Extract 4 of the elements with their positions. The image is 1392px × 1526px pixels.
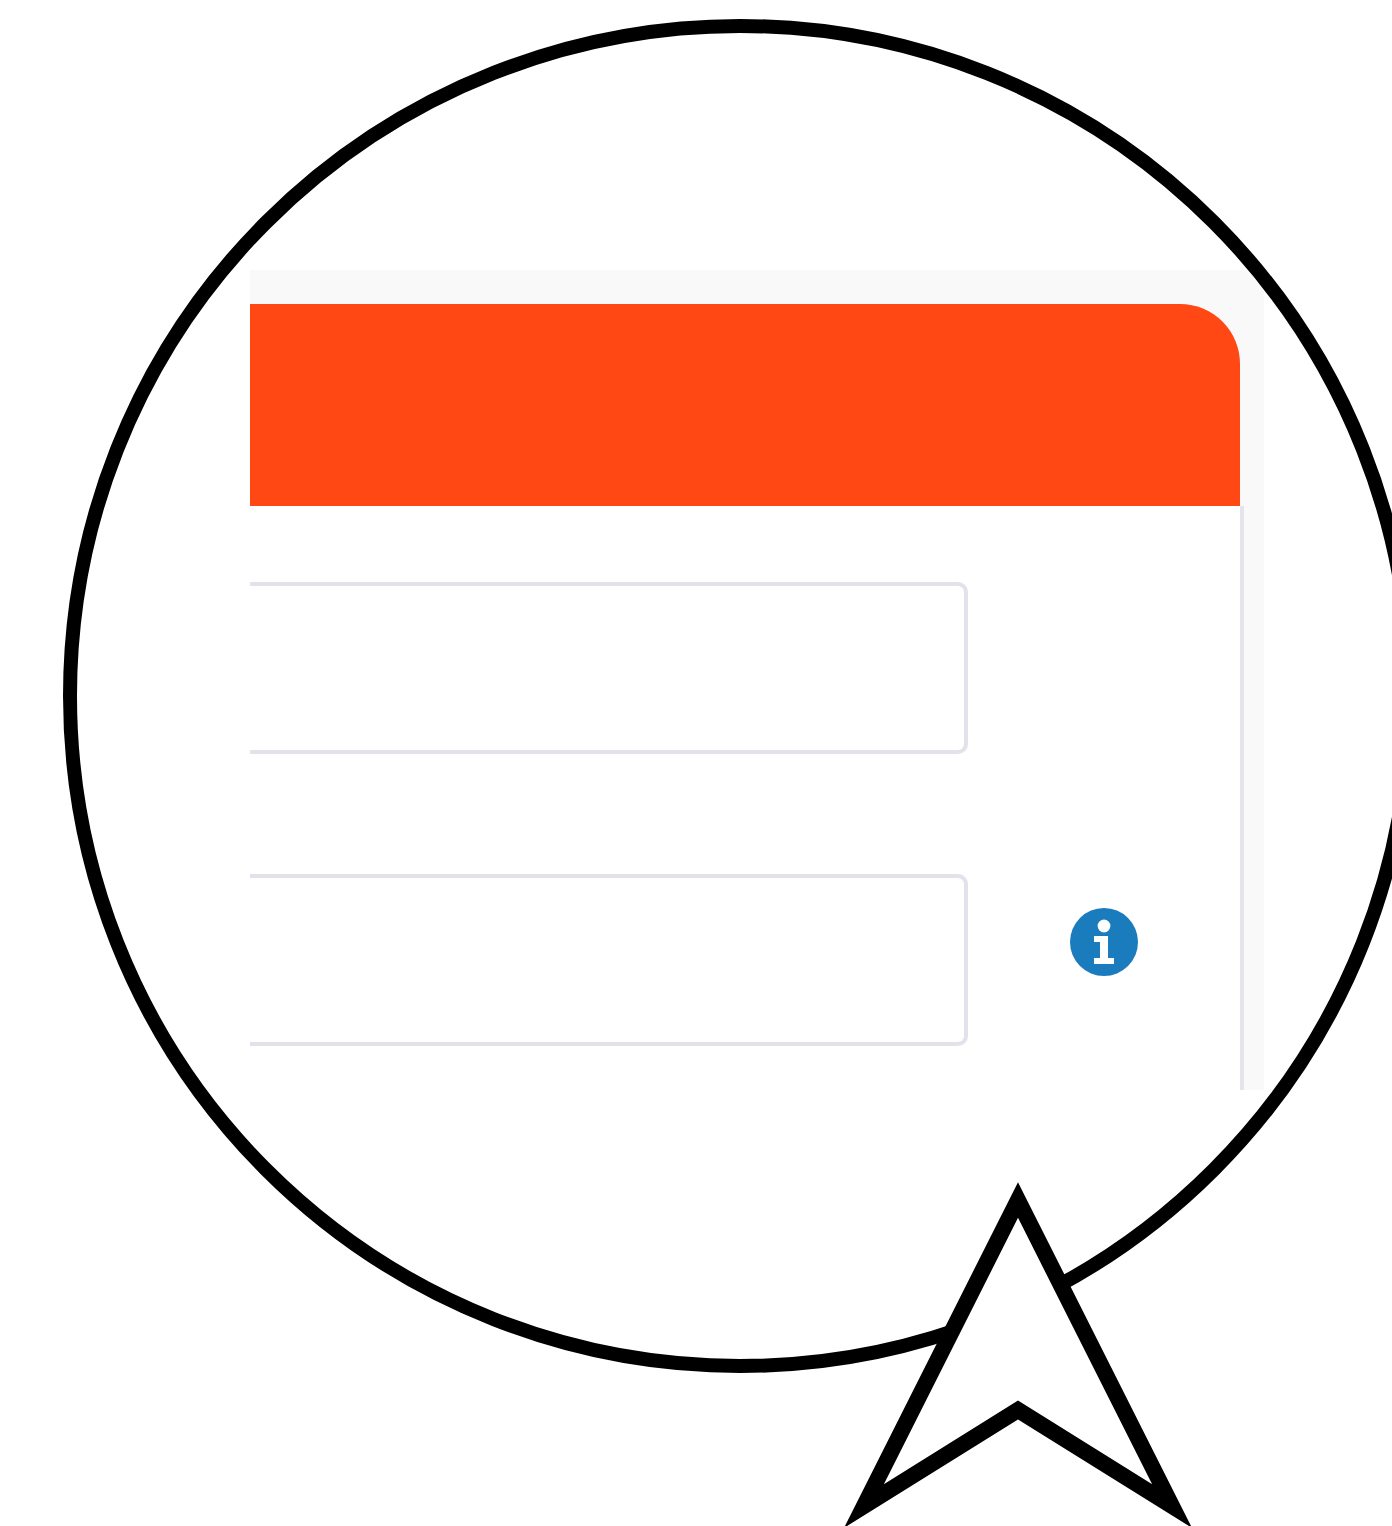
cursor-icon — [844, 1182, 1192, 1526]
input-field[interactable] — [250, 874, 968, 1046]
info-icon[interactable] — [1068, 906, 1140, 978]
input-field[interactable] — [250, 582, 968, 754]
